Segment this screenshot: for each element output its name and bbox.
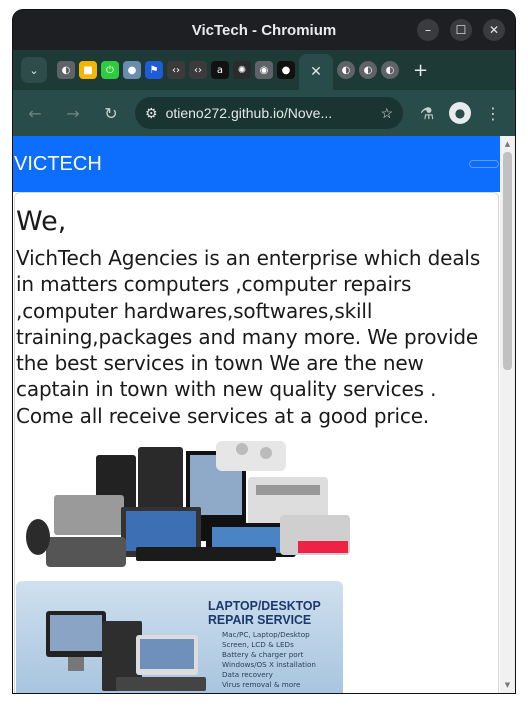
site-navbar: VICTECH bbox=[13, 136, 515, 192]
browser-window: VicTech - Chromium – ☐ ✕ ⌄ ◐ ■ ⏻ ● ⚑ ‹› ‹› a ✺ ◉ ●… bbox=[13, 10, 515, 693]
back-button[interactable]: ← bbox=[21, 99, 49, 127]
tab-favicon-avatar[interactable]: ● bbox=[123, 61, 141, 79]
address-bar[interactable]: ⚙ otieno272.github.io/Nove... ☆ bbox=[135, 97, 403, 129]
globe-icon-4[interactable]: ◐ bbox=[381, 61, 399, 79]
repair-item: Battery & charger port bbox=[222, 650, 304, 660]
tab-search-button[interactable]: ⌄ bbox=[21, 57, 47, 83]
about-card: We, VichTech Agencies is an enterprise w… bbox=[14, 192, 499, 693]
repair-item: Mac/PC, Laptop/Desktop bbox=[222, 630, 310, 640]
browser-toolbar: ← → ↻ ⚙ otieno272.github.io/Nove... ☆ ⚗ … bbox=[13, 90, 515, 136]
title-bar: VicTech - Chromium – ☐ ✕ bbox=[13, 10, 515, 50]
repair-banner-title: LAPTOP/DESKTOP REPAIR SERVICE bbox=[208, 599, 321, 627]
window-title: VicTech - Chromium bbox=[191, 21, 337, 39]
url-text[interactable]: otieno272.github.io/Nove... bbox=[166, 105, 373, 121]
tab-favicon-yellow[interactable]: ■ bbox=[79, 61, 97, 79]
repair-title-line1: LAPTOP/DESKTOP bbox=[208, 598, 321, 614]
scroll-thumb[interactable] bbox=[503, 152, 512, 370]
openai-icon[interactable]: ✺ bbox=[233, 61, 251, 79]
repair-title-line2: REPAIR SERVICE bbox=[208, 612, 312, 628]
repair-item: Screen, LCD & LEDs bbox=[222, 640, 294, 650]
chromium-icon[interactable]: ◉ bbox=[255, 61, 273, 79]
amazon-icon[interactable]: a bbox=[211, 61, 229, 79]
globe-icon-3[interactable]: ◐ bbox=[359, 61, 377, 79]
code-icon[interactable]: ‹› bbox=[167, 61, 185, 79]
bookmark-star-icon[interactable]: ☆ bbox=[380, 105, 393, 122]
new-tab-button[interactable]: + bbox=[413, 60, 428, 81]
repair-item: Virus removal & more bbox=[222, 680, 301, 690]
page-viewport: VICTECH We, VichTech Agencies is an ente… bbox=[13, 136, 515, 693]
reload-button[interactable]: ↻ bbox=[97, 99, 125, 127]
tab-favicon-green-power[interactable]: ⏻ bbox=[101, 61, 119, 79]
scroll-up-arrow-icon[interactable]: ▲ bbox=[500, 136, 515, 152]
maximize-button[interactable]: ☐ bbox=[450, 19, 472, 41]
about-paragraph: VichTech Agencies is an enterprise which… bbox=[16, 246, 481, 428]
globe-icon-2[interactable]: ◐ bbox=[337, 61, 355, 79]
about-heading: We, bbox=[16, 206, 67, 237]
flag-icon[interactable]: ⚑ bbox=[145, 61, 163, 79]
active-tab-close-button[interactable]: ✕ bbox=[299, 54, 333, 90]
main-content: We, VichTech Agencies is an enterprise w… bbox=[13, 192, 515, 693]
profile-button[interactable]: ● bbox=[449, 102, 471, 124]
repair-service-banner: LAPTOP/DESKTOP REPAIR SERVICE Mac/PC, La… bbox=[16, 581, 343, 693]
tab-strip: ⌄ ◐ ■ ⏻ ● ⚑ ‹› ‹› a ✺ ◉ ● ✕ ◐ ◐ ◐ + bbox=[13, 50, 515, 90]
forward-button[interactable]: → bbox=[59, 99, 87, 127]
labs-icon[interactable]: ⚗ bbox=[413, 99, 441, 127]
repair-item: Data recovery bbox=[222, 670, 273, 680]
repair-services-list: Mac/PC, Laptop/Desktop Screen, LCD & LED… bbox=[222, 630, 316, 690]
browser-menu-button[interactable]: ⋮ bbox=[479, 99, 507, 127]
page-scrollbar[interactable]: ▲ ▼ bbox=[500, 136, 515, 693]
site-info-icon[interactable]: ⚙ bbox=[145, 105, 158, 122]
github-icon[interactable]: ● bbox=[277, 61, 295, 79]
close-window-button[interactable]: ✕ bbox=[483, 19, 505, 41]
repair-item: Windows/OS X installation bbox=[222, 660, 316, 670]
computer-hardware-image bbox=[16, 437, 368, 579]
globe-icon[interactable]: ◐ bbox=[57, 61, 75, 79]
minimize-button[interactable]: – bbox=[417, 19, 439, 41]
code-icon-orange[interactable]: ‹› bbox=[189, 61, 207, 79]
brand-link[interactable]: VICTECH bbox=[14, 153, 102, 176]
scroll-down-arrow-icon[interactable]: ▼ bbox=[500, 677, 515, 693]
navbar-toggler-button[interactable] bbox=[469, 160, 499, 168]
